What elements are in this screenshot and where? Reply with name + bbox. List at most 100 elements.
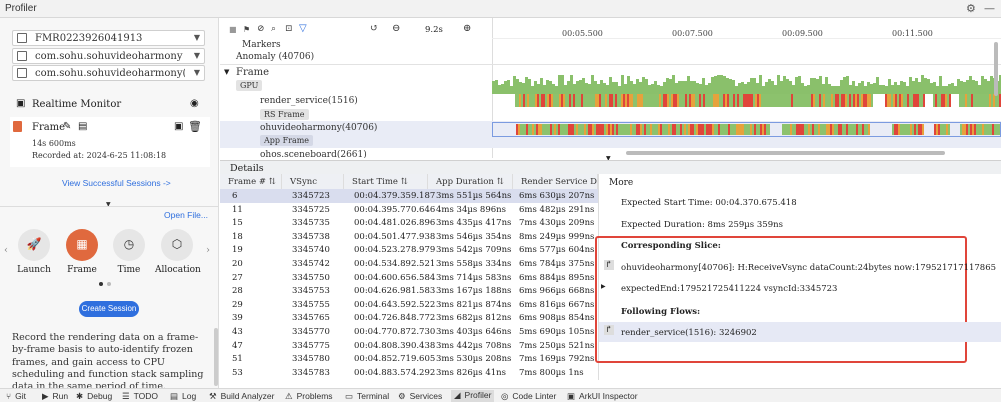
- table-row[interactable]: 6 3345723 00:04.379.359.187 3ms 551µs 564ns…: [220, 189, 598, 203]
- page-dot[interactable]: [107, 282, 111, 286]
- table-cell: 3ms 403µs 646ns: [436, 327, 512, 337]
- tool-window-git[interactable]: ⑂ Git: [6, 391, 26, 401]
- record-icon[interactable]: ◉: [190, 98, 199, 109]
- reset-icon[interactable]: ↺: [370, 23, 378, 34]
- tool-allocation-label: Allocation: [155, 265, 201, 275]
- rocket-icon: 🚀: [26, 237, 42, 251]
- column-header-start-time[interactable]: Start Time ⇅: [344, 174, 428, 189]
- tool-window-run[interactable]: ▶ Run: [42, 391, 68, 402]
- table-cell: 00:04.523.278.979: [354, 245, 436, 256]
- column-header-app-duration[interactable]: App Duration ⇅: [428, 174, 513, 189]
- app-select[interactable]: com.sohu.sohuvideoharmony ▼: [12, 48, 205, 64]
- tool-window-arkui-inspector[interactable]: ▣ ArkUI Inspector: [567, 391, 638, 402]
- trash-icon[interactable]: 🗑: [188, 120, 202, 133]
- tick-label: 00:05.500: [562, 29, 603, 38]
- window-title: Profiler: [5, 3, 37, 14]
- tool-frame[interactable]: ▦: [66, 229, 98, 261]
- tool-window-debug[interactable]: ✱ Debug: [76, 391, 112, 402]
- tool-allocation[interactable]: ⬡: [161, 229, 193, 261]
- expand-icon[interactable]: ▼: [224, 68, 229, 76]
- app-frame-track[interactable]: [516, 124, 1000, 135]
- view-sessions-link[interactable]: View Successful Sessions ->: [62, 178, 171, 188]
- table-cell: 00:04.726.848.772: [354, 313, 436, 324]
- expand-icon[interactable]: ▶: [601, 283, 606, 290]
- table-row[interactable]: 43 3345770 00:04.770.872.730 3ms 403µs 646n…: [220, 325, 598, 339]
- create-session-button[interactable]: Create Session: [79, 301, 139, 317]
- table-row[interactable]: 20 3345742 00:04.534.892.521 3ms 558µs 334n…: [220, 257, 598, 271]
- rs-frame-track[interactable]: [515, 94, 1001, 107]
- app-icon: [17, 51, 27, 61]
- chevron-left-icon[interactable]: ‹: [4, 245, 8, 256]
- table-row[interactable]: 19 3345740 00:04.523.278.979 3ms 542µs 709n…: [220, 243, 598, 257]
- table-row[interactable]: 27 3345750 00:04.600.656.584 3ms 714µs 583n…: [220, 271, 598, 285]
- stop-icon[interactable]: ■: [229, 25, 237, 34]
- table-cell: 18: [232, 231, 243, 242]
- table-row[interactable]: 28 3345753 00:04.626.981.583 3ms 167µs 188n…: [220, 284, 598, 298]
- table-row[interactable]: 11 3345725 00:04.395.770.646 4ms 34µs 896ns…: [220, 203, 598, 217]
- edit-icon[interactable]: ✎: [63, 121, 71, 132]
- left-scrollbar[interactable]: [214, 328, 218, 386]
- table-row[interactable]: 39 3345765 00:04.726.848.772 3ms 682µs 812n…: [220, 311, 598, 325]
- table-cell: 6ms 816µs 667ns: [519, 299, 595, 310]
- table-row[interactable]: 47 3345775 00:04.808.390.438 3ms 442µs 708n…: [220, 339, 598, 353]
- session-card[interactable]: Frame ✎ ▤ ▣ 🗑 14s 600ms Recorded at: 202…: [10, 117, 210, 167]
- flag-icon[interactable]: ⚑: [243, 25, 250, 34]
- table-cell: 6: [232, 191, 238, 201]
- chevron-down-icon: ▼: [193, 33, 200, 42]
- zoom-out-icon[interactable]: ⊖: [392, 23, 400, 34]
- search-icon[interactable]: ⌕: [271, 24, 276, 34]
- open-file-link[interactable]: Open File...: [164, 210, 208, 220]
- table-row[interactable]: 51 3345780 00:04.852.719.605 3ms 530µs 208n…: [220, 352, 598, 366]
- tool-launch[interactable]: 🚀: [18, 229, 50, 261]
- chevron-right-icon[interactable]: ›: [206, 245, 210, 256]
- table-cell: 3ms 821µs 874ns: [436, 299, 512, 310]
- save-icon[interactable]: ▣: [174, 121, 183, 132]
- tool-window-problems[interactable]: ⚠ Problems: [285, 391, 333, 402]
- divider: [0, 206, 218, 207]
- filter-icon[interactable]: ▽: [299, 23, 307, 34]
- jump-icon[interactable]: ↱: [604, 325, 614, 335]
- block-icon[interactable]: ⊘: [257, 24, 265, 34]
- page-dot-active[interactable]: [99, 282, 103, 286]
- zoom-icon[interactable]: ⊡: [285, 24, 293, 34]
- table-row[interactable]: 29 3345755 00:04.643.592.522 3ms 821µs 874n…: [220, 298, 598, 312]
- tool-window-code-linter[interactable]: ◎ Code Linter: [501, 391, 556, 402]
- tool-window-todo[interactable]: ☰ TODO: [122, 391, 158, 402]
- session-name: Frame: [32, 122, 66, 133]
- table-row[interactable]: 15 3345735 00:04.481.026.896 3ms 435µs 417n…: [220, 216, 598, 230]
- process-select[interactable]: com.sohu.sohuvideoharmony(40706) ▼: [12, 65, 205, 81]
- tool-window-log[interactable]: ▤ Log: [170, 391, 196, 402]
- minimize-icon[interactable]: —: [984, 2, 995, 15]
- table-cell: 3ms 826µs 41ns: [436, 367, 506, 378]
- tool-window-profiler[interactable]: ◢ Profiler: [451, 390, 495, 402]
- device-select[interactable]: FMR0223926041913 ▼: [12, 30, 205, 46]
- table-cell: 3ms 714µs 583ns: [436, 272, 512, 283]
- gpu-track[interactable]: [492, 70, 1001, 94]
- build-analyzer-icon: ⚒: [209, 391, 217, 401]
- timeline-h-scrollbar[interactable]: [626, 151, 945, 155]
- column-header-frame[interactable]: Frame # ⇅: [220, 174, 282, 189]
- anomaly-row: Anomaly (40706): [236, 52, 315, 62]
- timeline-v-scrollbar[interactable]: [994, 42, 998, 96]
- tool-window-bar: ⑂ Git ▶ Run ✱ Debug ☰ TODO ▤ Log ⚒ Build Analyzer ⚠ P…: [0, 388, 1001, 402]
- frame-row: Frame: [236, 67, 270, 78]
- render-service-row: render_service(1516): [260, 96, 358, 106]
- gear-icon[interactable]: ⚙: [966, 2, 976, 15]
- table-cell: 3ms 167µs 188ns: [436, 286, 512, 297]
- services-icon: ⚙: [398, 391, 406, 401]
- session-panel: FMR0223926041913 ▼ com.sohu.sohuvideohar…: [0, 18, 219, 388]
- zoom-in-icon[interactable]: ⊕: [463, 23, 471, 34]
- jump-icon[interactable]: ↱: [604, 260, 614, 270]
- tool-window-terminal[interactable]: ▭ Terminal: [345, 391, 389, 402]
- table-row[interactable]: 18 3345738 00:04.501.477.938 3ms 546µs 354n…: [220, 230, 598, 244]
- tool-window-build-analyzer[interactable]: ⚒ Build Analyzer: [209, 391, 275, 402]
- column-header-vsync[interactable]: VSync: [282, 174, 344, 189]
- details-icon[interactable]: ▤: [78, 121, 87, 132]
- slice-detail: ohuvideoharmony[40706]: H:ReceiveVsync d…: [621, 263, 997, 273]
- clock-icon: ◷: [123, 237, 135, 251]
- table-cell: 19: [232, 245, 243, 256]
- tool-time[interactable]: ◷: [113, 229, 145, 261]
- tool-window-services[interactable]: ⚙ Services: [398, 391, 442, 402]
- column-header-rs-duration[interactable]: Render Service Durat: [513, 174, 598, 189]
- table-row[interactable]: 53 3345783 00:04.883.574.292 3ms 826µs 41ns…: [220, 366, 598, 380]
